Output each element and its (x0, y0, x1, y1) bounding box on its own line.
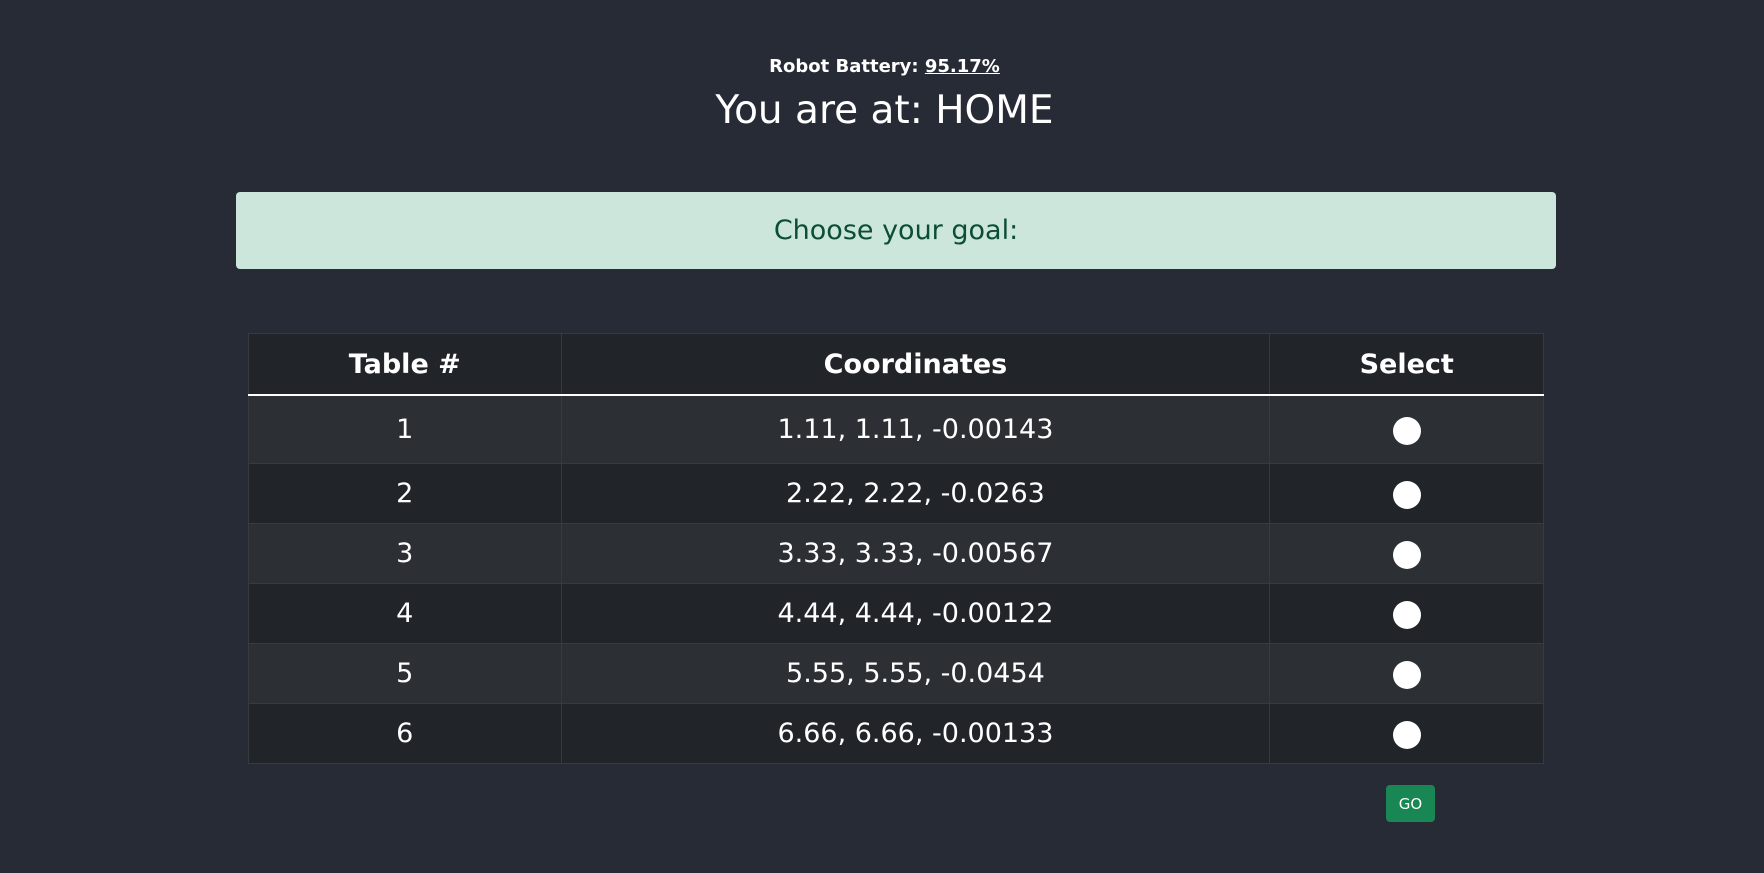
goal-prompt-banner: Choose your goal: (236, 192, 1556, 269)
coordinates-cell: 5.55, 5.55, -0.0454 (560, 643, 1271, 704)
table-row: 6 6.66, 6.66, -0.00133 (248, 703, 1544, 764)
header-coordinates: Coordinates (560, 333, 1271, 396)
battery-label: Robot Battery: (769, 56, 925, 77)
select-radio-6[interactable] (1392, 720, 1421, 749)
coordinates-cell: 1.11, 1.11, -0.00143 (560, 394, 1271, 464)
select-cell (1269, 394, 1544, 464)
table-number-cell: 5 (248, 643, 562, 704)
select-radio-3[interactable] (1392, 540, 1421, 569)
table-row: 4 4.44, 4.44, -0.00122 (248, 583, 1544, 644)
table-number-cell: 6 (248, 703, 562, 764)
page: Robot Battery: 95.17% You are at: HOME C… (0, 0, 1764, 873)
select-cell (1269, 643, 1544, 704)
coordinates-cell: 4.44, 4.44, -0.00122 (560, 583, 1271, 644)
battery-status: Robot Battery: 95.17% (0, 56, 1764, 77)
select-cell (1269, 523, 1544, 584)
header-table-number: Table # (248, 333, 562, 396)
table-row: 3 3.33, 3.33, -0.00567 (248, 523, 1544, 584)
select-cell (1269, 703, 1544, 764)
table-row: 2 2.22, 2.22, -0.0263 (248, 463, 1544, 524)
table-number-cell: 1 (248, 394, 562, 464)
select-radio-5[interactable] (1392, 660, 1421, 689)
table-row: 1 1.11, 1.11, -0.00143 (248, 394, 1544, 464)
table-number-cell: 4 (248, 583, 562, 644)
current-location-heading: You are at: HOME (715, 88, 1054, 133)
goals-table: Table # Coordinates Select 1 1.11, 1.11,… (248, 333, 1544, 764)
go-button[interactable]: GO (1386, 785, 1435, 822)
coordinates-cell: 2.22, 2.22, -0.0263 (560, 463, 1271, 524)
select-radio-2[interactable] (1392, 480, 1421, 509)
table-number-cell: 3 (248, 523, 562, 584)
coordinates-cell: 6.66, 6.66, -0.00133 (560, 703, 1271, 764)
table-row: 5 5.55, 5.55, -0.0454 (248, 643, 1544, 704)
table-number-cell: 2 (248, 463, 562, 524)
table-header-row: Table # Coordinates Select (248, 333, 1544, 396)
battery-percentage: 95.17% (924, 56, 1000, 77)
select-radio-4[interactable] (1392, 600, 1421, 629)
select-cell (1269, 463, 1544, 524)
coordinates-cell: 3.33, 3.33, -0.00567 (560, 523, 1271, 584)
header-select: Select (1269, 333, 1544, 396)
select-radio-1[interactable] (1392, 416, 1421, 445)
select-cell (1269, 583, 1544, 644)
